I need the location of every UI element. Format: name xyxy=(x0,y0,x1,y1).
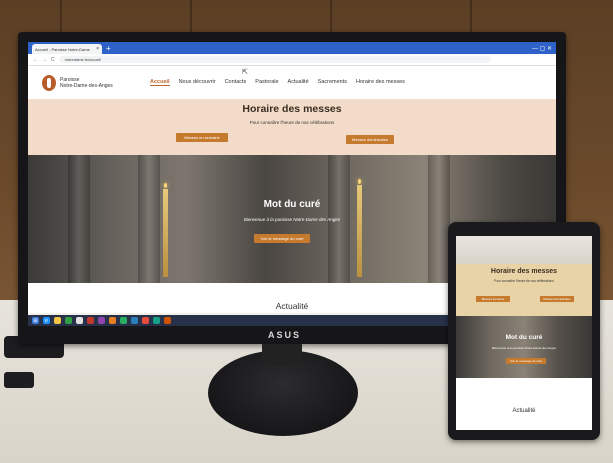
tablet-mot-title: Mot du curé xyxy=(505,334,543,341)
window-controls[interactable]: — ▢ ✕ xyxy=(532,44,556,54)
app-icon[interactable] xyxy=(131,317,138,324)
app-icon[interactable] xyxy=(65,317,72,324)
tablet-actualite-title: Actualité xyxy=(512,408,536,414)
tablet-screen: Horaire des messes Pour connaître l'heur… xyxy=(456,236,592,430)
main-nav: Accueil Nous découvrir Contacts Pastoral… xyxy=(150,79,405,86)
tablet-header xyxy=(456,236,592,264)
logo-icon[interactable] xyxy=(42,74,56,91)
mot-button[interactable]: Voir le message du curé xyxy=(254,234,310,243)
tab-close-icon[interactable]: × xyxy=(96,46,99,52)
app-icon[interactable] xyxy=(109,317,116,324)
folder-icon[interactable] xyxy=(54,317,61,324)
url-input[interactable]: notredame.fr/accueil xyxy=(58,56,491,63)
address-bar: ← → C notredame.fr/accueil xyxy=(28,54,556,66)
app-icon[interactable] xyxy=(98,317,105,324)
monitor-brand-logo: ASUS xyxy=(268,330,302,340)
tablet-mot-section: Mot du curé Bienvenue à la paroisse Notr… xyxy=(456,316,592,378)
chrome-icon[interactable] xyxy=(142,317,149,324)
messes-dominicales-button[interactable]: Messes dominicales xyxy=(346,135,394,144)
horaire-subtitle: Pour connaître l'heure de nos célébratio… xyxy=(249,120,335,125)
tablet-actualite-section: Actualité xyxy=(456,378,592,430)
nav-pastorale[interactable]: Pastorale xyxy=(255,79,278,86)
tab-label: Accueil - Paroisse Notre-Dame xyxy=(35,46,90,52)
site-header: Paroisse Notre-Dame-des-Anges Accueil No… xyxy=(28,66,556,99)
monitor-stand-neck xyxy=(262,344,302,366)
candle-flame xyxy=(358,179,361,184)
messes-semaine-button[interactable]: Messes en semaine xyxy=(176,133,228,142)
tablet-messes-dominicales-button[interactable]: Messes dominicales xyxy=(540,296,574,302)
app-icon[interactable] xyxy=(76,317,83,324)
tablet-horaire-section: Horaire des messes Pour connaître l'heur… xyxy=(456,264,592,316)
ie-icon[interactable]: e xyxy=(43,317,50,324)
logo-text[interactable]: Paroisse Notre-Dame-des-Anges xyxy=(60,77,120,89)
nav-sacrements[interactable]: Sacrements xyxy=(318,79,347,86)
tablet: Horaire des messes Pour connaître l'heur… xyxy=(448,222,600,440)
horaire-title: Horaire des messes xyxy=(242,103,342,115)
tablet-horaire-title: Horaire des messes xyxy=(490,268,558,275)
app-icon[interactable] xyxy=(153,317,160,324)
nav-nous-decouvrir[interactable]: Nous découvrir xyxy=(179,79,216,86)
candle-flame xyxy=(164,183,167,188)
back-icon[interactable]: ← xyxy=(33,57,38,63)
logo-line2: Notre-Dame-des-Anges xyxy=(60,82,113,89)
desk-device xyxy=(4,372,34,388)
app-icon[interactable] xyxy=(87,317,94,324)
tablet-mot-button[interactable]: Voir le message du curé xyxy=(506,358,546,364)
app-icon[interactable] xyxy=(120,317,127,324)
new-tab-icon[interactable]: + xyxy=(106,44,111,54)
mot-title: Mot du curé xyxy=(263,199,321,210)
nav-contacts[interactable]: Contacts xyxy=(225,79,247,86)
tablet-mot-subtitle: Bienvenue à la paroisse Notre-Dame des A… xyxy=(491,346,557,350)
tablet-messes-semaine-button[interactable]: Messes semaine xyxy=(476,296,510,302)
mouse-cursor-icon: ⇱ xyxy=(242,69,248,76)
tablet-horaire-subtitle: Pour connaître l'heure de nos célébratio… xyxy=(494,279,554,283)
browser-tabstrip: Accueil - Paroisse Notre-Dame × + — ▢ ✕ xyxy=(28,42,556,54)
nav-actualite[interactable]: Actualité xyxy=(288,79,309,86)
horaire-section: Horaire des messes Pour connaître l'heur… xyxy=(28,99,556,155)
nav-accueil[interactable]: Accueil xyxy=(150,79,170,86)
browser-tab[interactable]: Accueil - Paroisse Notre-Dame × xyxy=(32,44,102,54)
forward-icon[interactable]: → xyxy=(42,57,47,63)
nav-horaire[interactable]: Horaire des messes xyxy=(356,79,405,86)
app-icon[interactable] xyxy=(164,317,171,324)
start-icon[interactable]: ⊞ xyxy=(32,317,39,324)
reload-icon[interactable]: C xyxy=(51,57,55,63)
